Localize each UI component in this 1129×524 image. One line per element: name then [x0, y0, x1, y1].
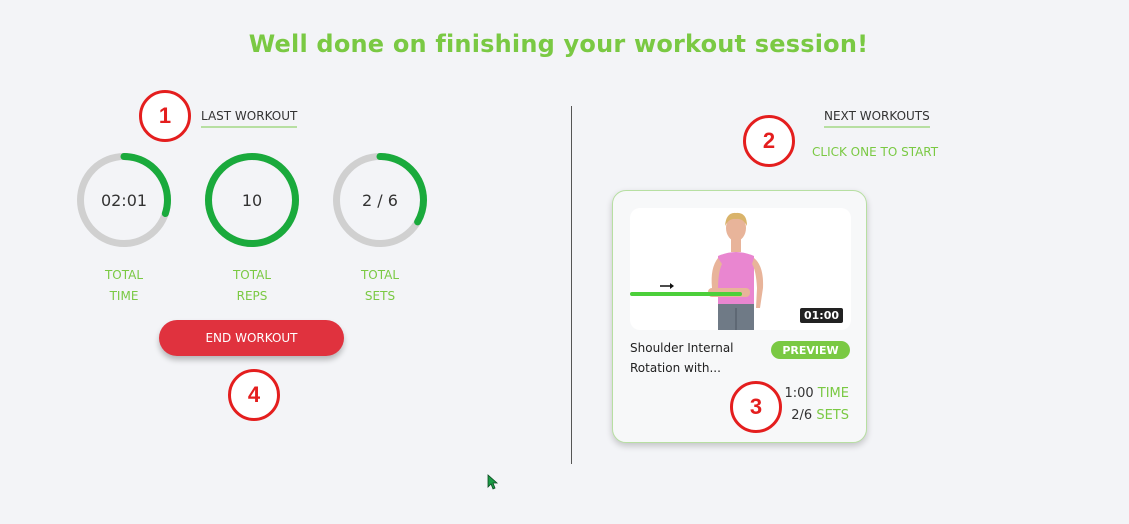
exercise-name-line2: Rotation with...	[630, 361, 721, 375]
exercise-name-line1: Shoulder Internal	[630, 341, 734, 355]
last-workout-heading: LAST WORKOUT	[201, 109, 298, 128]
exercise-sets: 2/6 SETS	[791, 408, 849, 423]
annotation-marker-4: 4	[228, 369, 280, 421]
exercise-time-unit: TIME	[817, 386, 849, 401]
total-reps-value: 10	[241, 190, 263, 210]
end-workout-button[interactable]: END WORKOUT	[159, 320, 344, 356]
total-reps-ring: 10	[202, 150, 302, 250]
total-sets-label: TOTAL SETS	[330, 265, 430, 307]
total-sets-value: 2 / 6	[362, 190, 398, 210]
annotation-marker-2: 2	[743, 115, 795, 167]
exercise-sets-unit: SETS	[816, 408, 849, 423]
total-time-label: TOTAL TIME	[74, 265, 174, 307]
total-sets-ring: 2 / 6	[330, 150, 430, 250]
exercise-thumbnail[interactable]: 01:00	[630, 208, 851, 330]
duration-badge: 01:00	[799, 308, 843, 323]
mouse-cursor-icon	[487, 474, 499, 490]
exercise-sets-value: 2/6	[791, 408, 813, 423]
annotation-marker-1: 1	[139, 90, 191, 142]
click-to-start-hint: CLICK ONE TO START	[812, 145, 939, 159]
total-sets-label-line2: SETS	[364, 289, 396, 303]
total-time-ring: 02:01	[74, 150, 174, 250]
arrow-right-icon	[660, 283, 674, 289]
total-time-label-line2: TIME	[109, 289, 139, 303]
page-title: Well done on finishing your workout sess…	[248, 30, 869, 58]
total-time-label-line1: TOTAL	[104, 268, 144, 282]
total-time-value: 02:01	[100, 190, 148, 210]
total-reps-label-line2: REPS	[236, 289, 268, 303]
exercise-name: Shoulder Internal Rotation with...	[630, 338, 760, 378]
preview-button[interactable]: PREVIEW	[771, 341, 850, 359]
total-sets-label-line1: TOTAL	[360, 268, 400, 282]
exercise-time: 1:00 TIME	[784, 386, 849, 401]
section-divider	[571, 106, 572, 464]
next-workouts-heading: NEXT WORKOUTS	[824, 109, 930, 128]
total-reps-label-line1: TOTAL	[232, 268, 272, 282]
annotation-marker-3: 3	[730, 381, 782, 433]
total-reps-label: TOTAL REPS	[202, 265, 302, 307]
exercise-time-value: 1:00	[784, 386, 814, 401]
